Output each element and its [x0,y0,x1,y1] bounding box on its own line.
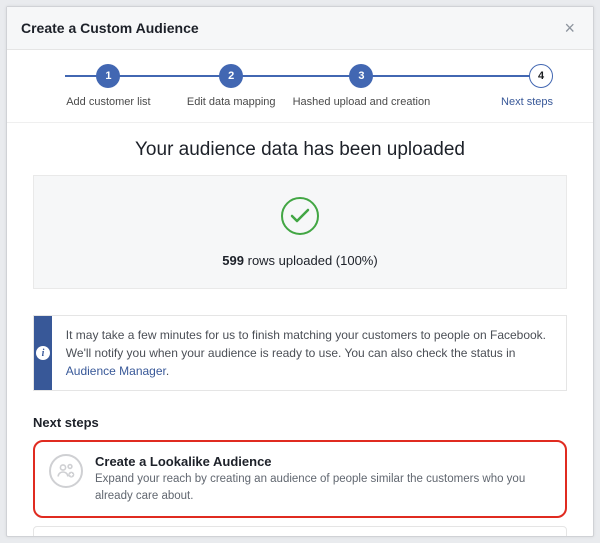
step-dot: 2 [219,64,243,88]
step-3[interactable]: 3 Hashed upload and creation [293,64,431,108]
audience-manager-link[interactable]: Audience Manager [66,364,166,378]
option-create-ad[interactable]: Create an ad Start building an ad now to… [33,526,567,536]
checkmark-icon [280,196,320,236]
step-4[interactable]: 4 Next steps [430,64,553,108]
option-create-lookalike[interactable]: Create a Lookalike Audience Expand your … [33,440,567,518]
stepper: 1 Add customer list 2 Edit data mapping … [7,50,593,123]
people-plus-icon [49,454,83,488]
info-icon: i [34,316,52,390]
upload-rows-suffix: rows uploaded (100%) [244,253,378,268]
modal-content: Your audience data has been uploaded 599… [7,123,593,536]
modal-header: Create a Custom Audience × [7,7,593,50]
custom-audience-modal: Create a Custom Audience × 1 Add custome… [6,6,594,537]
step-dot: 4 [529,64,553,88]
upload-heading: Your audience data has been uploaded [33,139,567,161]
upload-count: 599 rows uploaded (100%) [46,253,554,268]
close-icon[interactable]: × [560,17,579,39]
info-banner: i It may take a few minutes for us to fi… [33,315,567,391]
step-1[interactable]: 1 Add customer list [47,64,170,108]
upload-rows: 599 [222,253,244,268]
info-text: It may take a few minutes for us to fini… [52,316,566,390]
step-label: Next steps [501,96,553,108]
option-desc: Expand your reach by creating an audienc… [95,471,551,504]
step-label: Add customer list [66,96,150,108]
step-dot: 3 [349,64,373,88]
step-label: Hashed upload and creation [293,96,431,108]
modal-title: Create a Custom Audience [21,20,199,36]
step-2[interactable]: 2 Edit data mapping [170,64,293,108]
upload-summary-box: 599 rows uploaded (100%) [33,175,567,289]
option-title: Create a Lookalike Audience [95,454,551,469]
svg-text:i: i [42,348,45,359]
option-body: Create a Lookalike Audience Expand your … [95,454,551,504]
next-steps-heading: Next steps [33,415,567,430]
step-label: Edit data mapping [187,96,276,108]
step-dot: 1 [96,64,120,88]
